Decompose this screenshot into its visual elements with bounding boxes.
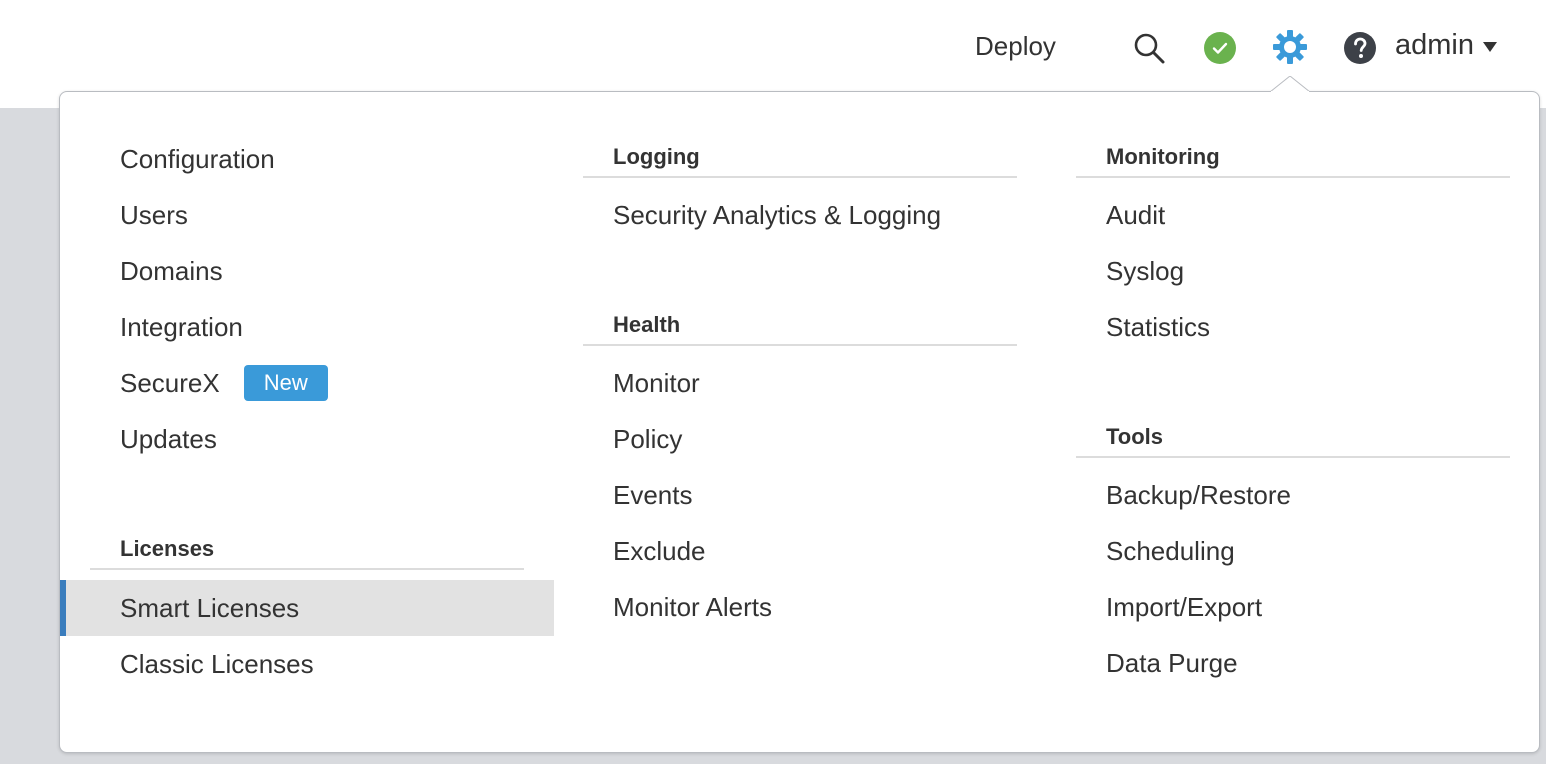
section-title-tools: Tools [1076,418,1510,458]
section-title-licenses: Licenses [90,530,524,570]
menu-item-domains[interactable]: Domains [60,243,554,299]
menu-item-events[interactable]: Events [583,467,1017,523]
caret-down-icon [1483,41,1497,52]
menu-item-security-analytics-logging[interactable]: Security Analytics & Logging [583,187,1017,243]
menu-item-monitor-alerts[interactable]: Monitor Alerts [583,579,1017,635]
menu-item-monitor[interactable]: Monitor [583,355,1017,411]
section-title-logging: Logging [583,138,1017,178]
username-label: admin [1395,29,1474,61]
menu-item-policy[interactable]: Policy [583,411,1017,467]
system-settings-menu: Configuration Users Domains Integration … [59,91,1540,753]
menu-item-classic-licenses[interactable]: Classic Licenses [60,636,554,692]
help-icon[interactable] [1343,31,1377,65]
menu-item-syslog[interactable]: Syslog [1076,243,1510,299]
menu-item-statistics[interactable]: Statistics [1076,299,1510,355]
menu-item-import-export[interactable]: Import/Export [1076,579,1510,635]
search-icon[interactable] [1132,31,1166,65]
menu-item-exclude[interactable]: Exclude [583,523,1017,579]
menu-item-backup-restore[interactable]: Backup/Restore [1076,467,1510,523]
menu-item-scheduling[interactable]: Scheduling [1076,523,1510,579]
menu-item-configuration[interactable]: Configuration [60,131,554,187]
menu-item-smart-licenses[interactable]: Smart Licenses [60,580,554,636]
menu-item-integration[interactable]: Integration [60,299,554,355]
section-title-monitoring: Monitoring [1076,138,1510,178]
menu-item-updates[interactable]: Updates [60,411,554,467]
user-menu[interactable]: admin [1395,29,1498,62]
deploy-button[interactable]: Deploy [975,31,1056,62]
menu-item-securex[interactable]: SecureX New [60,355,554,411]
menu-item-data-purge[interactable]: Data Purge [1076,635,1510,691]
dropdown-pointer [1270,76,1310,92]
section-title-health: Health [583,306,1017,346]
new-badge: New [243,365,328,401]
gear-icon[interactable] [1272,29,1308,65]
menu-item-users[interactable]: Users [60,187,554,243]
status-ok-icon[interactable] [1203,31,1237,65]
menu-item-audit[interactable]: Audit [1076,187,1510,243]
